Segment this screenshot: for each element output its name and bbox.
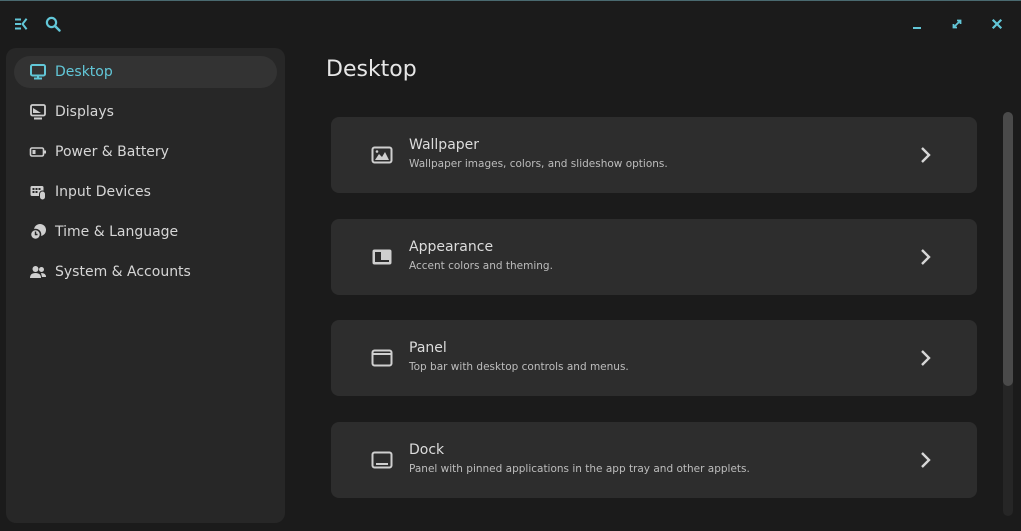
card-dock[interactable]: Dock Panel with pinned applications in t… (331, 422, 977, 498)
chevron-right-icon (921, 249, 931, 265)
sidebar-item-label: Displays (55, 104, 114, 120)
close-button[interactable] (986, 13, 1008, 35)
card-description: Top bar with desktop controls and menus. (409, 361, 629, 373)
panel-icon (371, 349, 393, 367)
card-wallpaper[interactable]: Wallpaper Wallpaper images, colors, and … (331, 117, 977, 193)
keyboard-mouse-icon (29, 183, 47, 201)
chevron-right-icon (921, 350, 931, 366)
sidebar-item-desktop[interactable]: Desktop (14, 56, 277, 88)
card-panel[interactable]: Panel Top bar with desktop controls and … (331, 320, 977, 396)
sidebar-item-power-battery[interactable]: Power & Battery (14, 136, 277, 168)
sidebar-item-displays[interactable]: Displays (14, 96, 277, 128)
chevron-right-icon (921, 452, 931, 468)
sidebar: Desktop Displays Power & Battery Input D… (6, 48, 285, 523)
card-appearance[interactable]: Appearance Accent colors and theming. (331, 219, 977, 295)
sidebar-collapse-icon (15, 18, 28, 30)
minimize-icon (913, 27, 921, 29)
card-title: Appearance (409, 239, 494, 255)
card-title: Wallpaper (409, 137, 480, 153)
sidebar-item-label: Time & Language (55, 224, 179, 240)
card-title: Panel (409, 340, 447, 356)
search-button[interactable] (42, 13, 64, 35)
card-description: Panel with pinned applications in the ap… (409, 463, 750, 475)
window-top-border (0, 0, 1021, 1)
monitor-icon (29, 63, 47, 81)
sidebar-item-input-devices[interactable]: Input Devices (14, 176, 277, 208)
sidebar-item-system-accounts[interactable]: System & Accounts (14, 256, 277, 288)
search-icon (45, 16, 61, 32)
sidebar-item-time-language[interactable]: Time & Language (14, 216, 277, 248)
minimize-button[interactable] (906, 13, 928, 35)
card-description: Accent colors and theming. (409, 260, 553, 272)
sidebar-toggle-button[interactable] (10, 13, 32, 35)
appearance-icon (372, 249, 392, 265)
card-title: Dock (409, 442, 445, 458)
maximize-icon (952, 19, 962, 29)
globe-clock-icon (29, 223, 47, 241)
card-description: Wallpaper images, colors, and slideshow … (409, 158, 668, 170)
display-icon (29, 103, 47, 121)
maximize-button[interactable] (946, 13, 968, 35)
sidebar-item-label: Input Devices (55, 184, 151, 200)
battery-icon (29, 143, 47, 161)
close-icon (991, 18, 1003, 30)
sidebar-item-label: System & Accounts (55, 264, 191, 280)
users-icon (29, 263, 47, 281)
image-icon (371, 146, 393, 164)
dock-icon (371, 451, 393, 469)
sidebar-item-label: Power & Battery (55, 144, 169, 160)
sidebar-item-label: Desktop (55, 64, 113, 80)
scrollbar-thumb[interactable] (1003, 112, 1013, 386)
page-title: Desktop (326, 57, 417, 82)
chevron-right-icon (921, 147, 931, 163)
